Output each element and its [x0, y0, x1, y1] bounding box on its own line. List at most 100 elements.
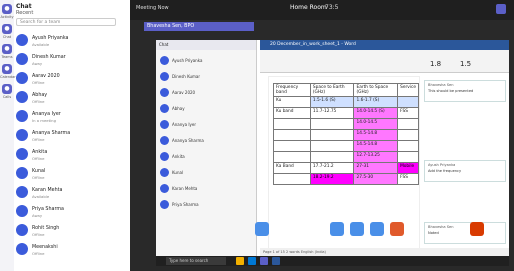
- calls-icon[interactable]: ●: [2, 84, 12, 94]
- contact-name: Ananya Sharma: [32, 131, 71, 136]
- avatar: [16, 224, 28, 236]
- camera-button[interactable]: [255, 222, 269, 236]
- activity-icon[interactable]: ●: [2, 4, 12, 14]
- list-item-name: Aarav 2020: [172, 90, 196, 95]
- contact-name: Meenakshi: [32, 245, 58, 250]
- chat-item[interactable]: Ankita Offline: [16, 146, 128, 164]
- rail-label: Teams: [1, 55, 13, 59]
- font-size-value-2[interactable]: 1.5: [460, 60, 471, 68]
- chat-item[interactable]: Karan Mehta Available: [16, 184, 128, 202]
- table-cell: 17.7-21.2: [309, 162, 355, 174]
- contact-status: In a meeting: [32, 118, 56, 123]
- taskbar-search[interactable]: Type here to search: [166, 257, 226, 265]
- shared-list-item: Dinesh Kumar: [160, 70, 252, 84]
- comment-3[interactable]: Bhavesha Sen Noted: [424, 222, 506, 244]
- share-button[interactable]: [350, 222, 364, 236]
- table-cell: [309, 151, 355, 163]
- shared-list-item: Aarav 2020: [160, 86, 252, 100]
- table-cell: Frequency band: [273, 83, 311, 97]
- contact-name: Kunal: [32, 169, 46, 174]
- comment-2[interactable]: Ayush Priyanka Add the frequency: [424, 160, 506, 182]
- chat-item[interactable]: Priya Sharma Away: [16, 203, 128, 221]
- table-cell: [309, 118, 355, 130]
- table-cell: Ku band: [273, 107, 311, 119]
- meeting-timer: 73:5: [325, 4, 339, 11]
- chat-item[interactable]: Abhay Offline: [16, 89, 128, 107]
- list-item-name: Karan Mehta: [172, 186, 198, 191]
- avatar: [16, 34, 28, 46]
- chat-item[interactable]: Dinesh Kumar Away: [16, 51, 128, 69]
- table-row: Ku band 11.7-12.75 14.0-14.5 (S) FSS: [273, 107, 419, 119]
- table-cell: 1.5-1.6 (S): [309, 96, 355, 108]
- avatar: [16, 148, 28, 160]
- table-cell: 14.0-14.5: [353, 118, 399, 130]
- comment-text: Add the frequency: [428, 169, 462, 173]
- word-icon[interactable]: [272, 257, 280, 265]
- panel-subtitle: Recent: [16, 10, 34, 16]
- table-cell: 1.6-1.7 (S): [353, 96, 399, 108]
- contact-status: Offline: [32, 137, 45, 142]
- calendar-icon[interactable]: ●: [2, 64, 12, 74]
- table-row: Frequency band Space to Earth (GHz) Earth …: [273, 83, 419, 97]
- comment-text: Noted: [428, 231, 439, 235]
- rail-label: Chat: [2, 35, 12, 39]
- chat-item[interactable]: Aarav 2020 Offline: [16, 70, 128, 88]
- contact-status: Available: [32, 42, 50, 47]
- list-item-name: Ananya Iyer: [172, 122, 196, 127]
- word-title: 20 December_in_work_sheet_1 - Word: [260, 40, 509, 50]
- chat-item[interactable]: Kunal Offline: [16, 165, 128, 183]
- chat-item[interactable]: Meenakshi Offline: [16, 241, 128, 259]
- avatar: [16, 243, 28, 255]
- table-row: 18.2-19.2 27.5-30 FSS: [273, 173, 419, 185]
- comment-text: This should be presented: [428, 89, 474, 93]
- table-cell: [273, 129, 311, 141]
- table-cell: Ku: [273, 96, 311, 108]
- chat-item[interactable]: Ayush Priyanka Available: [16, 32, 128, 50]
- comment-1[interactable]: Bhavesha Sen This should be presented: [424, 80, 506, 102]
- explorer-icon[interactable]: [236, 257, 244, 265]
- table-cell: [309, 129, 355, 141]
- list-item-name: Abhay: [172, 106, 185, 111]
- comment-author: Bhavesha Sen: [428, 225, 454, 229]
- mic-button[interactable]: [330, 222, 344, 236]
- contact-name: Priya Sharma: [32, 207, 64, 212]
- chat-icon[interactable]: ●: [2, 24, 12, 34]
- table-cell: 12.7-13.25: [353, 151, 399, 163]
- rail-label: Calendar: [0, 75, 16, 79]
- end-call-button[interactable]: [470, 222, 484, 236]
- rail-label: Calls: [2, 95, 12, 99]
- shared-list-item: Ananya Iyer: [160, 118, 252, 132]
- meeting-header: Meeting Now Home Room 73:5: [130, 0, 514, 20]
- table-cell: 14.0-14.5 (S): [353, 107, 399, 119]
- shared-list-item: Ayush Priyanka: [160, 54, 252, 68]
- table-cell: [273, 173, 311, 185]
- table-cell: [273, 140, 311, 152]
- table-cell: 27.5-30: [353, 173, 399, 185]
- font-size-value[interactable]: 1.8: [430, 60, 441, 68]
- contact-name: Dinesh Kumar: [32, 55, 66, 60]
- leave-button[interactable]: [390, 222, 404, 236]
- table-cell: 14.5-14.8: [353, 140, 399, 152]
- shared-list-header: Chat: [156, 40, 256, 50]
- search-input[interactable]: Search for a team: [16, 18, 116, 26]
- table-cell: 14.5-14.8: [353, 129, 399, 141]
- contact-name: Ayush Priyanka: [32, 36, 69, 41]
- contact-name: Aarav 2020: [32, 74, 60, 79]
- table-cell: Space to Earth (GHz): [309, 83, 355, 97]
- chat-item[interactable]: Ananya Sharma Offline: [16, 127, 128, 145]
- chat-item[interactable]: Rohit Singh Offline: [16, 222, 128, 240]
- list-item-name: Kunal: [172, 170, 184, 175]
- chat-item[interactable]: Ananya Iyer In a meeting: [16, 108, 128, 126]
- teams-icon[interactable]: ●: [2, 44, 12, 54]
- table-cell: [397, 140, 419, 152]
- table-cell: [309, 140, 355, 152]
- avatar: [16, 205, 28, 217]
- contact-name: Rohit Singh: [32, 226, 60, 231]
- list-item-name: Ayush Priyanka: [172, 58, 203, 63]
- meeting-name: Meeting Now: [136, 5, 169, 11]
- teams-icon[interactable]: [260, 257, 268, 265]
- more-button[interactable]: [370, 222, 384, 236]
- table-cell: [273, 118, 311, 130]
- edge-icon[interactable]: [248, 257, 256, 265]
- participants-icon[interactable]: [496, 4, 506, 14]
